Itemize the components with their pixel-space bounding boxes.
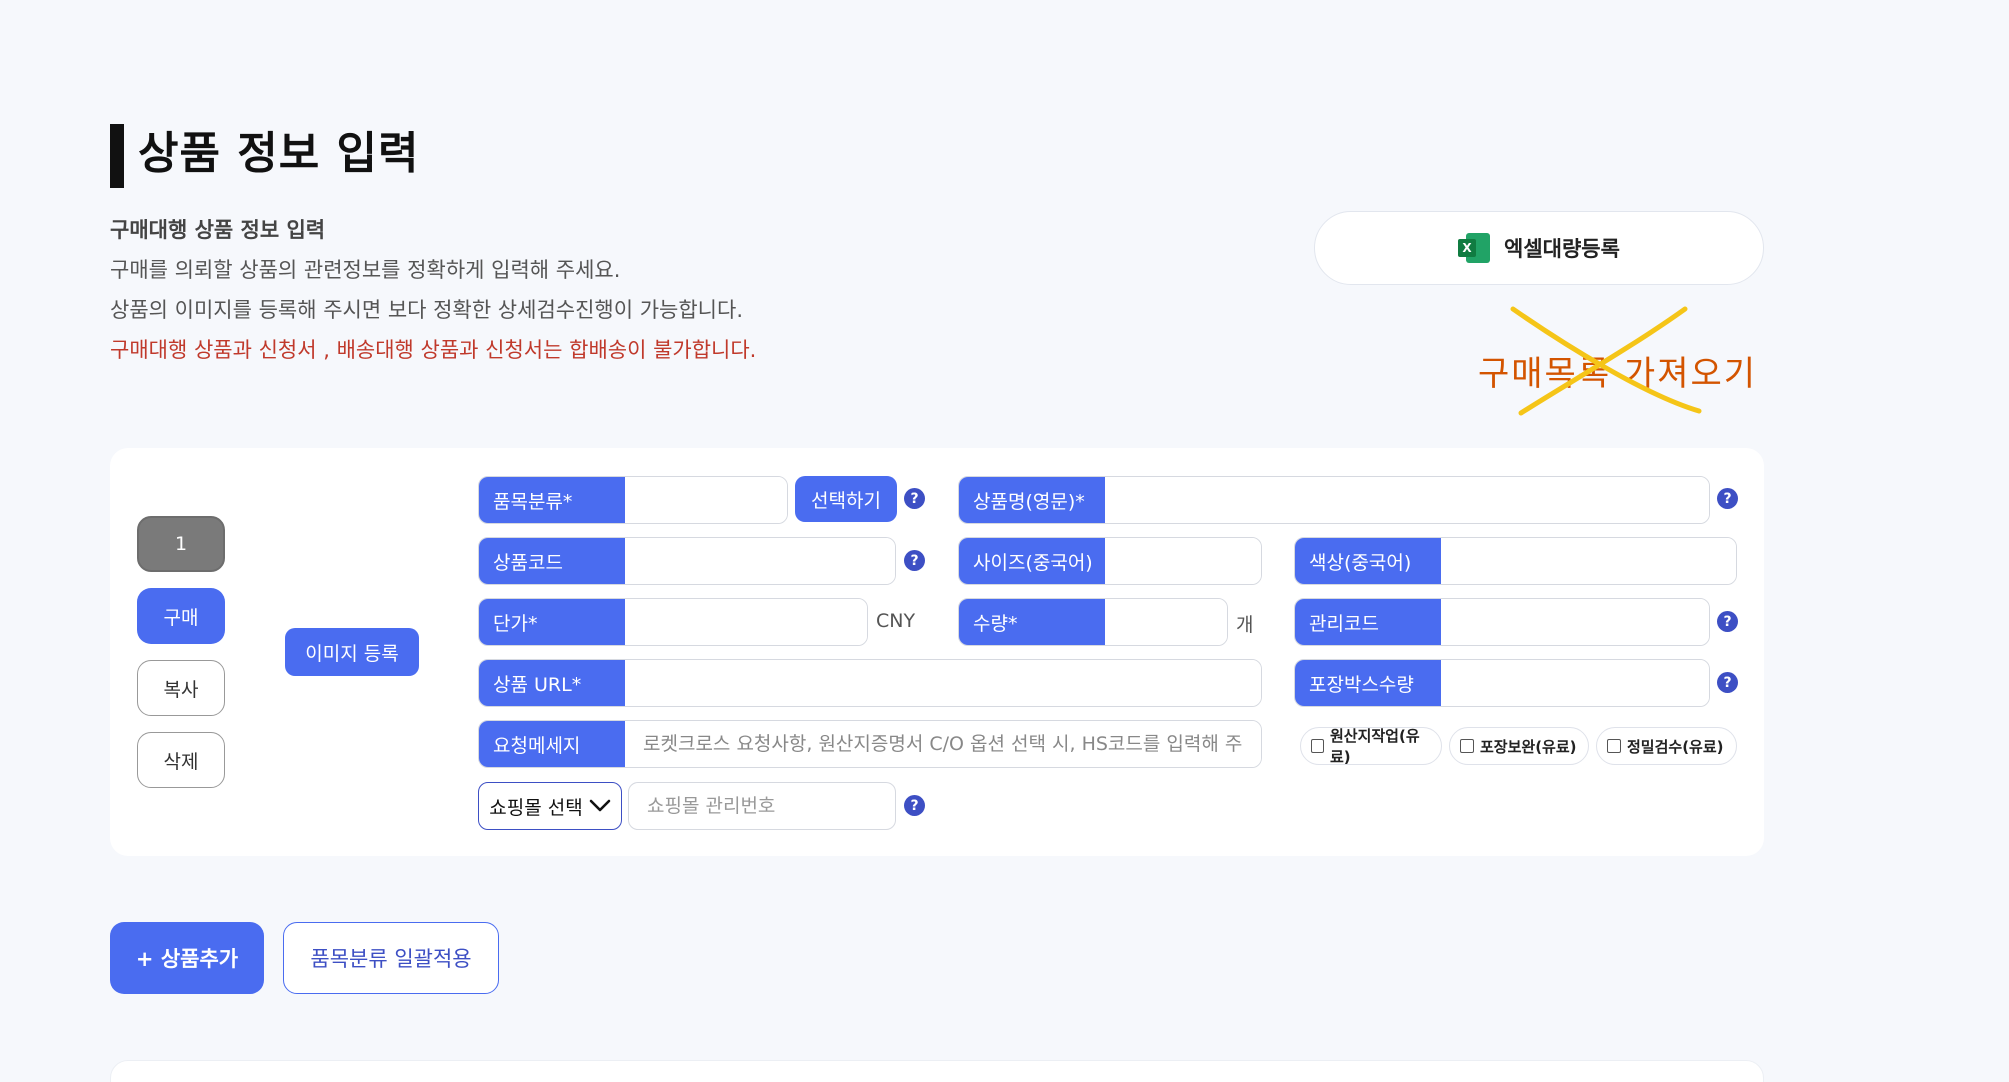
management-code-input[interactable] bbox=[1441, 599, 1709, 645]
unit-price-label: 단가* bbox=[479, 599, 625, 645]
product-code-input[interactable] bbox=[625, 538, 895, 584]
copy-button[interactable]: 복사 bbox=[137, 660, 225, 716]
option-packing-reinforce[interactable]: 포장보완(유료) bbox=[1449, 727, 1589, 765]
product-url-input[interactable] bbox=[625, 660, 1261, 706]
product-url-field: 상품 URL* bbox=[478, 659, 1262, 707]
excel-icon: X bbox=[1458, 233, 1491, 263]
category-help-icon[interactable]: ? bbox=[904, 488, 925, 509]
category-input[interactable] bbox=[625, 477, 787, 523]
management-code-field: 관리코드 bbox=[1294, 598, 1710, 646]
currency-unit: CNY bbox=[876, 610, 916, 632]
shopping-mall-help-icon[interactable]: ? bbox=[904, 795, 925, 816]
size-input[interactable] bbox=[1105, 538, 1261, 584]
packing-reinforce-label: 포장보완(유료) bbox=[1480, 737, 1577, 756]
image-register-button[interactable]: 이미지 등록 bbox=[285, 628, 419, 676]
detailed-inspection-label: 정밀검수(유료) bbox=[1627, 737, 1724, 756]
cross-out-mark-icon bbox=[1510, 306, 1702, 416]
product-name-en-input[interactable] bbox=[1105, 477, 1709, 523]
category-field: 품목분류* bbox=[478, 476, 788, 524]
product-url-label: 상품 URL* bbox=[479, 660, 625, 706]
product-name-en-label: 상품명(영문)* bbox=[959, 477, 1105, 523]
product-code-help-icon[interactable]: ? bbox=[904, 550, 925, 571]
chevron-down-icon bbox=[589, 799, 611, 812]
bulk-category-apply-button[interactable]: 품목분류 일괄적용 bbox=[283, 922, 499, 994]
item-index-badge: 1 bbox=[137, 516, 225, 572]
shopping-mall-number-input[interactable] bbox=[628, 782, 896, 830]
box-quantity-label: 포장박스수량 bbox=[1295, 660, 1441, 706]
description-line-1: 구매를 의뢰할 상품의 관련정보를 정확하게 입력해 주세요. bbox=[110, 258, 621, 282]
color-input[interactable] bbox=[1441, 538, 1736, 584]
description-line-2: 상품의 이미지를 등록해 주시면 보다 정확한 상세검수진행이 가능합니다. bbox=[110, 298, 743, 322]
box-quantity-field: 포장박스수량 bbox=[1294, 659, 1710, 707]
shopping-mall-select[interactable]: 쇼핑몰 선택 bbox=[478, 782, 622, 830]
unit-price-input[interactable] bbox=[625, 599, 867, 645]
product-code-field: 상품코드 bbox=[478, 537, 896, 585]
section-subtitle: 구매대행 상품 정보 입력 bbox=[110, 218, 326, 242]
color-field: 색상(중국어) bbox=[1294, 537, 1737, 585]
category-label: 품목분류* bbox=[479, 477, 625, 523]
request-message-label: 요청메세지 bbox=[479, 721, 625, 767]
quantity-input[interactable] bbox=[1105, 599, 1227, 645]
quantity-label: 수량* bbox=[959, 599, 1105, 645]
detailed-inspection-checkbox[interactable] bbox=[1607, 739, 1621, 753]
next-section-card bbox=[110, 1060, 1764, 1082]
color-label: 색상(중국어) bbox=[1295, 538, 1441, 584]
excel-bulk-register-button[interactable]: X 엑셀대량등록 bbox=[1314, 211, 1764, 285]
title-accent-bar bbox=[110, 124, 124, 188]
warning-text: 구매대행 상품과 신청서 , 배송대행 상품과 신청서는 합배송이 불가합니다. bbox=[110, 338, 757, 362]
product-name-en-field: 상품명(영문)* bbox=[958, 476, 1710, 524]
unit-price-field: 단가* bbox=[478, 598, 868, 646]
quantity-field: 수량* bbox=[958, 598, 1228, 646]
box-quantity-help-icon[interactable]: ? bbox=[1717, 672, 1738, 693]
product-name-help-icon[interactable]: ? bbox=[1717, 488, 1738, 509]
shopping-mall-select-label: 쇼핑몰 선택 bbox=[489, 796, 583, 819]
origin-work-label: 원산지작업(유료) bbox=[1329, 727, 1420, 766]
management-code-help-icon[interactable]: ? bbox=[1717, 611, 1738, 632]
option-detailed-inspection[interactable]: 정밀검수(유료) bbox=[1596, 727, 1737, 765]
packing-reinforce-checkbox[interactable] bbox=[1460, 739, 1474, 753]
request-message-input[interactable] bbox=[625, 721, 1261, 767]
excel-bulk-register-label: 엑셀대량등록 bbox=[1504, 237, 1620, 261]
origin-work-checkbox[interactable] bbox=[1311, 739, 1324, 753]
option-origin-work[interactable]: 원산지작업(유료) bbox=[1300, 727, 1442, 766]
quantity-unit: 개 bbox=[1236, 614, 1254, 636]
management-code-label: 관리코드 bbox=[1295, 599, 1441, 645]
page-title: 상품 정보 입력 bbox=[138, 128, 420, 179]
request-message-field: 요청메세지 bbox=[478, 720, 1262, 768]
size-label: 사이즈(중국어) bbox=[959, 538, 1105, 584]
delete-button[interactable]: 삭제 bbox=[137, 732, 225, 788]
buy-button[interactable]: 구매 bbox=[137, 588, 225, 644]
box-quantity-input[interactable] bbox=[1441, 660, 1709, 706]
product-code-label: 상품코드 bbox=[479, 538, 625, 584]
category-select-button[interactable]: 선택하기 bbox=[795, 476, 897, 522]
add-product-button[interactable]: + 상품추가 bbox=[110, 922, 264, 994]
size-field: 사이즈(중국어) bbox=[958, 537, 1262, 585]
